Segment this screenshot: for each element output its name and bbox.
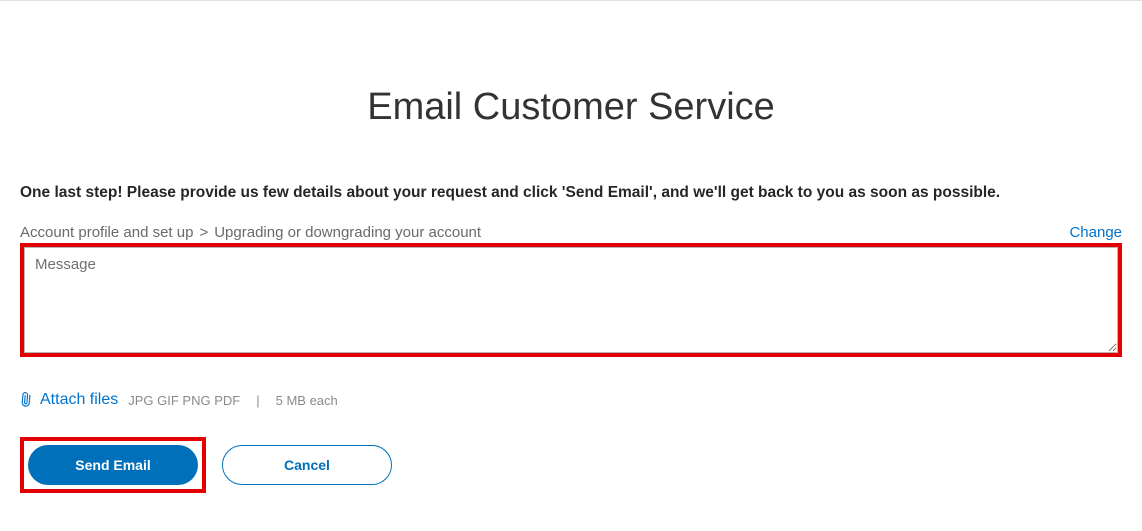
- change-link[interactable]: Change: [1069, 224, 1122, 241]
- attach-row: Attach files JPG GIF PNG PDF | 5 MB each: [20, 391, 1122, 409]
- button-row: Send Email Cancel: [20, 437, 1122, 493]
- attach-size-limit: 5 MB each: [276, 393, 338, 408]
- attach-files-label: Attach files: [40, 391, 118, 409]
- attach-formats: JPG GIF PNG PDF: [128, 393, 240, 408]
- attach-files-link[interactable]: Attach files: [20, 391, 118, 409]
- send-highlight-box: Send Email: [20, 437, 206, 493]
- attach-separator: |: [256, 393, 259, 408]
- message-highlight-box: [20, 243, 1122, 357]
- send-email-button[interactable]: Send Email: [28, 445, 198, 485]
- breadcrumb-separator: >: [199, 224, 208, 241]
- breadcrumb-row: Account profile and set up > Upgrading o…: [20, 224, 1122, 241]
- cancel-button[interactable]: Cancel: [222, 445, 392, 485]
- page-title: Email Customer Service: [20, 86, 1122, 129]
- paperclip-icon: [16, 389, 38, 411]
- breadcrumb-level-2: Upgrading or downgrading your account: [214, 224, 481, 241]
- breadcrumb-level-1: Account profile and set up: [20, 224, 193, 241]
- instruction-text: One last step! Please provide us few det…: [20, 184, 1122, 202]
- message-textarea[interactable]: [24, 247, 1118, 353]
- breadcrumb: Account profile and set up > Upgrading o…: [20, 224, 481, 241]
- email-customer-service-form: Email Customer Service One last step! Pl…: [0, 86, 1142, 493]
